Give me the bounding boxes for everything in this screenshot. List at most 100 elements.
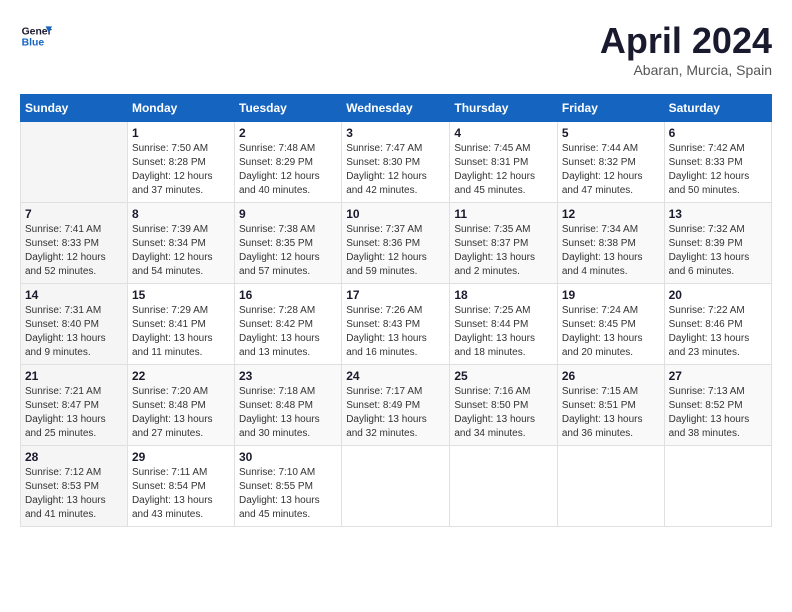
day-number: 22 — [132, 369, 230, 383]
title-block: April 2024 Abaran, Murcia, Spain — [600, 20, 772, 78]
day-number: 21 — [25, 369, 123, 383]
day-info: Sunrise: 7:20 AMSunset: 8:48 PMDaylight:… — [132, 385, 230, 441]
day-number: 6 — [669, 126, 767, 140]
day-info: Sunrise: 7:32 AMSunset: 8:39 PMDaylight:… — [669, 223, 767, 279]
calendar-cell: 3 Sunrise: 7:47 AMSunset: 8:30 PMDaylight… — [342, 122, 450, 203]
day-of-week-header: Tuesday — [235, 95, 342, 122]
day-number: 23 — [239, 369, 337, 383]
day-number: 9 — [239, 207, 337, 221]
day-info: Sunrise: 7:26 AMSunset: 8:43 PMDaylight:… — [346, 304, 445, 360]
calendar-week-row: 1 Sunrise: 7:50 AMSunset: 8:28 PMDaylight… — [21, 122, 772, 203]
location: Abaran, Murcia, Spain — [600, 62, 772, 78]
day-of-week-header: Friday — [557, 95, 664, 122]
calendar-cell: 19 Sunrise: 7:24 AMSunset: 8:45 PMDayligh… — [557, 284, 664, 365]
day-info: Sunrise: 7:38 AMSunset: 8:35 PMDaylight:… — [239, 223, 337, 279]
day-info: Sunrise: 7:39 AMSunset: 8:34 PMDaylight:… — [132, 223, 230, 279]
calendar-week-row: 21 Sunrise: 7:21 AMSunset: 8:47 PMDayligh… — [21, 365, 772, 446]
day-info: Sunrise: 7:48 AMSunset: 8:29 PMDaylight:… — [239, 142, 337, 198]
day-number: 3 — [346, 126, 445, 140]
calendar-table: SundayMondayTuesdayWednesdayThursdayFrid… — [20, 94, 772, 527]
day-info: Sunrise: 7:18 AMSunset: 8:48 PMDaylight:… — [239, 385, 337, 441]
calendar-cell: 21 Sunrise: 7:21 AMSunset: 8:47 PMDayligh… — [21, 365, 128, 446]
day-info: Sunrise: 7:10 AMSunset: 8:55 PMDaylight:… — [239, 466, 337, 522]
calendar-cell: 12Sunrise: 7:34 AMSunset: 8:38 PMDayligh… — [557, 203, 664, 284]
day-of-week-header: Thursday — [450, 95, 558, 122]
day-number: 17 — [346, 288, 445, 302]
day-info: Sunrise: 7:25 AMSunset: 8:44 PMDaylight:… — [454, 304, 553, 360]
calendar-cell: 13Sunrise: 7:32 AMSunset: 8:39 PMDayligh… — [664, 203, 771, 284]
day-number: 29 — [132, 450, 230, 464]
calendar-week-row: 7 Sunrise: 7:41 AMSunset: 8:33 PMDaylight… — [21, 203, 772, 284]
calendar-cell: 1 Sunrise: 7:50 AMSunset: 8:28 PMDaylight… — [127, 122, 234, 203]
calendar-cell: 10 Sunrise: 7:37 AMSunset: 8:36 PMDayligh… — [342, 203, 450, 284]
day-number: 30 — [239, 450, 337, 464]
day-number: 26 — [562, 369, 660, 383]
day-info: Sunrise: 7:37 AMSunset: 8:36 PMDaylight:… — [346, 223, 445, 279]
day-number: 5 — [562, 126, 660, 140]
calendar-cell: 23 Sunrise: 7:18 AMSunset: 8:48 PMDayligh… — [235, 365, 342, 446]
calendar-cell: 18Sunrise: 7:25 AMSunset: 8:44 PMDayligh… — [450, 284, 558, 365]
day-number: 16 — [239, 288, 337, 302]
calendar-cell: 28Sunrise: 7:12 AMSunset: 8:53 PMDayligh… — [21, 446, 128, 527]
day-number: 25 — [454, 369, 553, 383]
day-number: 24 — [346, 369, 445, 383]
calendar-body: 1 Sunrise: 7:50 AMSunset: 8:28 PMDaylight… — [21, 122, 772, 527]
calendar-cell: 26 Sunrise: 7:15 AMSunset: 8:51 PMDayligh… — [557, 365, 664, 446]
calendar-cell: 17 Sunrise: 7:26 AMSunset: 8:43 PMDayligh… — [342, 284, 450, 365]
calendar-cell — [450, 446, 558, 527]
day-number: 10 — [346, 207, 445, 221]
day-info: Sunrise: 7:47 AMSunset: 8:30 PMDaylight:… — [346, 142, 445, 198]
day-number: 7 — [25, 207, 123, 221]
day-info: Sunrise: 7:22 AMSunset: 8:46 PMDaylight:… — [669, 304, 767, 360]
day-info: Sunrise: 7:41 AMSunset: 8:33 PMDaylight:… — [25, 223, 123, 279]
day-of-week-header: Saturday — [664, 95, 771, 122]
calendar-cell — [557, 446, 664, 527]
calendar-cell: 9 Sunrise: 7:38 AMSunset: 8:35 PMDaylight… — [235, 203, 342, 284]
day-info: Sunrise: 7:16 AMSunset: 8:50 PMDaylight:… — [454, 385, 553, 441]
day-number: 28 — [25, 450, 123, 464]
calendar-cell: 29Sunrise: 7:11 AMSunset: 8:54 PMDayligh… — [127, 446, 234, 527]
calendar-cell: 4 Sunrise: 7:45 AMSunset: 8:31 PMDaylight… — [450, 122, 558, 203]
calendar-cell: 6Sunrise: 7:42 AMSunset: 8:33 PMDaylight… — [664, 122, 771, 203]
day-info: Sunrise: 7:31 AMSunset: 8:40 PMDaylight:… — [25, 304, 123, 360]
calendar-cell — [21, 122, 128, 203]
header-row: SundayMondayTuesdayWednesdayThursdayFrid… — [21, 95, 772, 122]
calendar-cell: 24 Sunrise: 7:17 AMSunset: 8:49 PMDayligh… — [342, 365, 450, 446]
day-info: Sunrise: 7:21 AMSunset: 8:47 PMDaylight:… — [25, 385, 123, 441]
calendar-cell — [664, 446, 771, 527]
day-info: Sunrise: 7:50 AMSunset: 8:28 PMDaylight:… — [132, 142, 230, 198]
logo: General Blue — [20, 20, 52, 52]
calendar-cell: 5 Sunrise: 7:44 AMSunset: 8:32 PMDaylight… — [557, 122, 664, 203]
calendar-cell — [342, 446, 450, 527]
calendar-cell: 27Sunrise: 7:13 AMSunset: 8:52 PMDayligh… — [664, 365, 771, 446]
calendar-cell: 16Sunrise: 7:28 AMSunset: 8:42 PMDayligh… — [235, 284, 342, 365]
calendar-week-row: 14Sunrise: 7:31 AMSunset: 8:40 PMDayligh… — [21, 284, 772, 365]
day-number: 15 — [132, 288, 230, 302]
day-info: Sunrise: 7:29 AMSunset: 8:41 PMDaylight:… — [132, 304, 230, 360]
day-number: 19 — [562, 288, 660, 302]
calendar-cell: 30 Sunrise: 7:10 AMSunset: 8:55 PMDayligh… — [235, 446, 342, 527]
day-info: Sunrise: 7:45 AMSunset: 8:31 PMDaylight:… — [454, 142, 553, 198]
day-number: 8 — [132, 207, 230, 221]
day-info: Sunrise: 7:15 AMSunset: 8:51 PMDaylight:… — [562, 385, 660, 441]
calendar-cell: 11Sunrise: 7:35 AMSunset: 8:37 PMDayligh… — [450, 203, 558, 284]
logo-icon: General Blue — [20, 20, 52, 52]
calendar-cell: 8 Sunrise: 7:39 AMSunset: 8:34 PMDaylight… — [127, 203, 234, 284]
day-info: Sunrise: 7:34 AMSunset: 8:38 PMDaylight:… — [562, 223, 660, 279]
day-number: 11 — [454, 207, 553, 221]
day-info: Sunrise: 7:44 AMSunset: 8:32 PMDaylight:… — [562, 142, 660, 198]
calendar-cell: 20 Sunrise: 7:22 AMSunset: 8:46 PMDayligh… — [664, 284, 771, 365]
day-number: 27 — [669, 369, 767, 383]
day-of-week-header: Monday — [127, 95, 234, 122]
day-of-week-header: Sunday — [21, 95, 128, 122]
day-number: 1 — [132, 126, 230, 140]
day-number: 2 — [239, 126, 337, 140]
page-header: General Blue April 2024 Abaran, Murcia, … — [20, 20, 772, 78]
day-info: Sunrise: 7:17 AMSunset: 8:49 PMDaylight:… — [346, 385, 445, 441]
calendar-cell: 22 Sunrise: 7:20 AMSunset: 8:48 PMDayligh… — [127, 365, 234, 446]
day-number: 4 — [454, 126, 553, 140]
day-number: 20 — [669, 288, 767, 302]
calendar-cell: 14Sunrise: 7:31 AMSunset: 8:40 PMDayligh… — [21, 284, 128, 365]
day-info: Sunrise: 7:24 AMSunset: 8:45 PMDaylight:… — [562, 304, 660, 360]
calendar-cell: 25 Sunrise: 7:16 AMSunset: 8:50 PMDayligh… — [450, 365, 558, 446]
